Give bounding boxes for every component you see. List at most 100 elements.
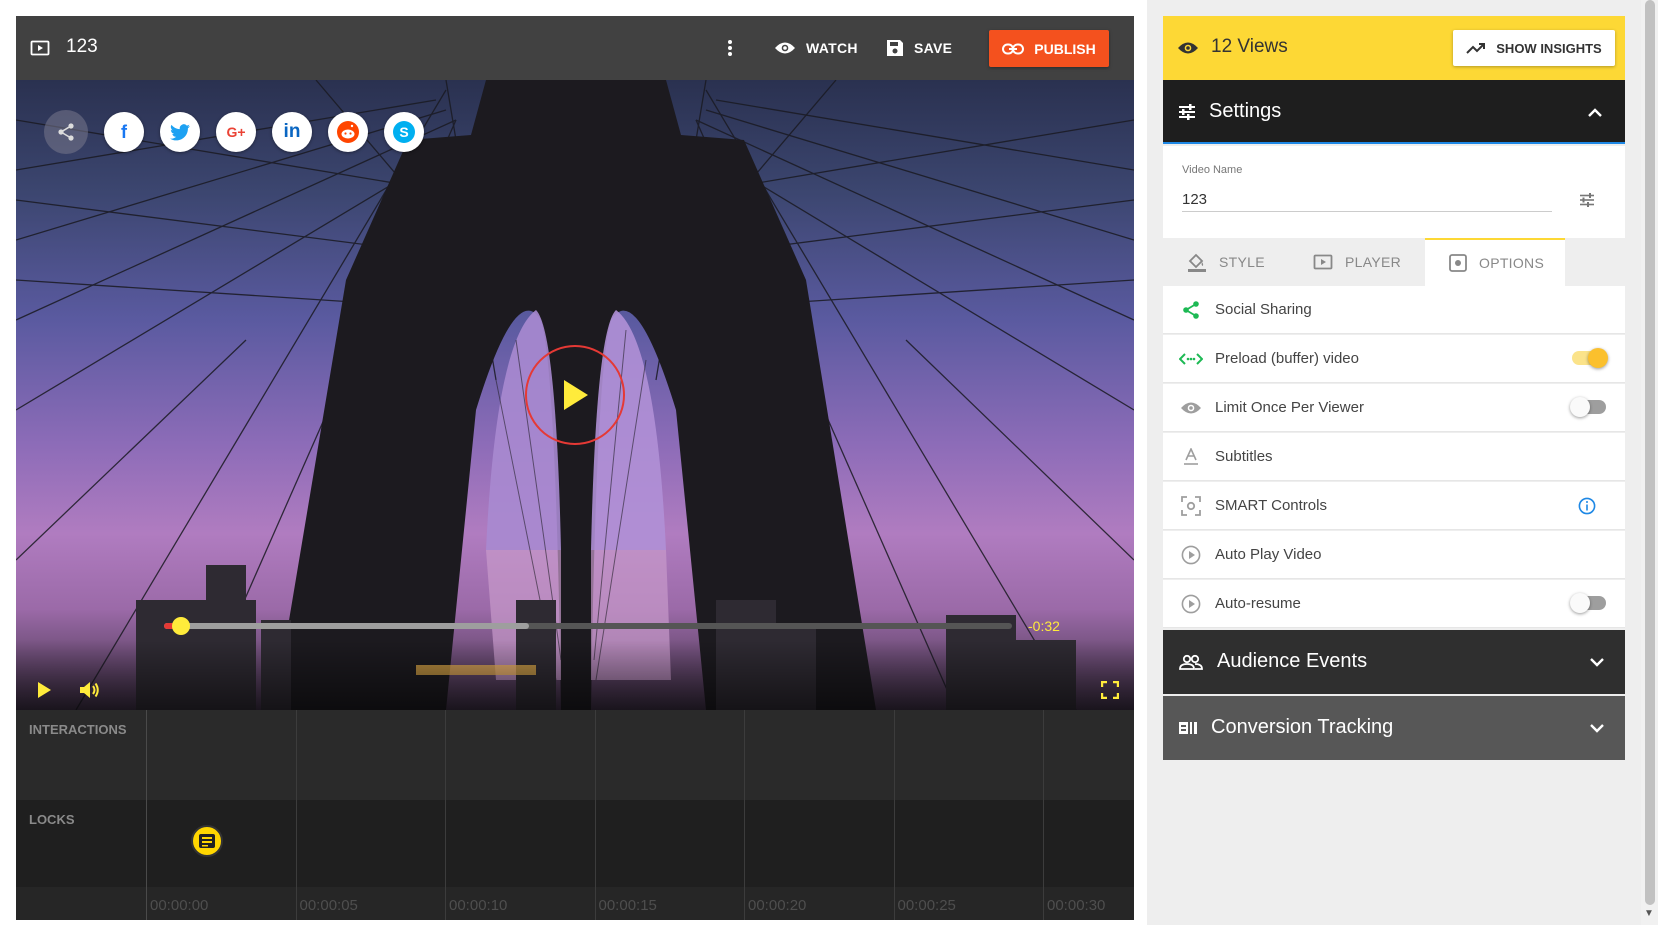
timeline: INTERACTIONS LOCKS 00:00:00 00:00:05 00:00… (16, 710, 1134, 920)
progress-thumb[interactable] (172, 617, 190, 635)
audience-events-title: Audience Events (1217, 650, 1368, 672)
tune-icon[interactable] (1577, 190, 1597, 210)
video-editor: 123 WATCH SAVE PUBLISH f G+ in S -0:32 I… (16, 16, 1134, 920)
conversion-tracking-section[interactable]: Conversion Tracking (1163, 696, 1625, 760)
play-control-icon[interactable] (34, 680, 54, 700)
video-player[interactable]: f G+ in S (16, 80, 1134, 710)
big-play-button[interactable] (525, 345, 625, 445)
eye-icon (1177, 38, 1199, 58)
timeline-tick-label: 00:00:05 (299, 897, 358, 914)
scrollbar-thumb[interactable] (1645, 0, 1655, 905)
facebook-icon: f (121, 121, 127, 142)
option-label: Limit Once Per Viewer (1215, 399, 1364, 416)
share-facebook-button[interactable]: f (104, 112, 144, 152)
skype-icon: S (393, 121, 415, 143)
trending-up-icon (1466, 43, 1486, 54)
tab-style-label: STYLE (1219, 254, 1265, 270)
option-preload-video[interactable]: Preload (buffer) video (1163, 335, 1625, 383)
timeline-tick-label: 00:00:10 (449, 897, 508, 914)
settings-header[interactable]: Settings (1163, 80, 1625, 144)
option-social-sharing[interactable]: Social Sharing (1163, 286, 1625, 334)
timeline-row-locks[interactable]: LOCKS (16, 800, 1134, 887)
option-auto-play[interactable]: Auto Play Video (1163, 531, 1625, 579)
share-skype-button[interactable]: S (384, 112, 424, 152)
timeline-gridline (1043, 710, 1044, 920)
save-button[interactable]: SAVE (886, 30, 952, 66)
code-arrows-icon (1179, 347, 1203, 371)
center-focus-icon (1179, 494, 1203, 518)
watch-button[interactable]: WATCH (774, 30, 858, 66)
save-icon (887, 40, 903, 56)
tab-options-label: OPTIONS (1479, 255, 1545, 271)
settings-box-icon (1449, 254, 1467, 272)
share-toggle-button[interactable] (44, 110, 88, 154)
video-icon (1313, 254, 1333, 270)
chevron-up-icon[interactable] (1585, 102, 1605, 122)
toggle-knob (1570, 593, 1590, 613)
option-label: Social Sharing (1215, 301, 1312, 318)
insights-label: SHOW INSIGHTS (1496, 40, 1602, 56)
twitter-icon (170, 123, 190, 140)
timeline-tick-label: 00:00:00 (150, 897, 209, 914)
toggle-knob (1570, 397, 1590, 417)
paint-bucket-icon (1188, 253, 1206, 272)
option-label: SMART Controls (1215, 497, 1327, 514)
volume-icon[interactable] (78, 678, 102, 702)
toggle-knob (1588, 348, 1608, 368)
option-smart-controls[interactable]: SMART Controls (1163, 482, 1625, 530)
video-name-input[interactable] (1182, 188, 1552, 212)
scroll-down-icon[interactable]: ▼ (1644, 908, 1654, 919)
form-icon (199, 834, 215, 848)
more-vert-icon[interactable] (720, 38, 740, 58)
chevron-down-icon[interactable] (1587, 718, 1607, 738)
play-circle-icon (1179, 592, 1203, 616)
timeline-tick-label: 00:00:25 (897, 897, 956, 914)
option-label: Subtitles (1215, 448, 1273, 465)
save-label: SAVE (914, 40, 953, 56)
conversion-tracking-title: Conversion Tracking (1211, 716, 1394, 738)
audience-events-section[interactable]: Audience Events (1163, 630, 1625, 694)
share-reddit-button[interactable] (328, 112, 368, 152)
chevron-down-icon[interactable] (1587, 652, 1607, 672)
show-insights-button[interactable]: SHOW INSIGHTS (1453, 30, 1615, 66)
eye-icon (1179, 396, 1203, 420)
share-twitter-button[interactable] (160, 112, 200, 152)
option-label: Preload (buffer) video (1215, 350, 1359, 367)
views-count: 12 Views (1211, 36, 1288, 57)
video-name-label: Video Name (1182, 164, 1243, 176)
share-icon (1179, 298, 1203, 322)
timeline-tick-label: 00:00:20 (748, 897, 807, 914)
option-subtitles[interactable]: Subtitles (1163, 433, 1625, 481)
tracking-icon (1177, 718, 1199, 738)
fullscreen-icon[interactable] (1098, 678, 1122, 702)
publish-button[interactable]: PUBLISH (989, 30, 1109, 67)
option-auto-resume[interactable]: Auto-resume (1163, 580, 1625, 628)
tab-player-label: PLAYER (1345, 254, 1402, 270)
timeline-gridline (295, 710, 297, 920)
tab-options[interactable]: OPTIONS (1425, 238, 1565, 286)
info-icon[interactable] (1577, 496, 1597, 516)
share-google-button[interactable]: G+ (216, 112, 256, 152)
limit-once-toggle[interactable] (1570, 397, 1606, 417)
share-linkedin-button[interactable]: in (272, 112, 312, 152)
preload-toggle[interactable] (1572, 348, 1608, 368)
timeline-tick-label: 00:00:30 (1047, 897, 1106, 914)
editor-toolbar: 123 WATCH SAVE PUBLISH (16, 16, 1134, 80)
option-limit-once[interactable]: Limit Once Per Viewer (1163, 384, 1625, 432)
timeline-gridline (744, 710, 745, 920)
watch-label: WATCH (806, 40, 858, 56)
play-circle-icon (1179, 543, 1203, 567)
progress-bar[interactable] (164, 623, 1012, 629)
settings-body: Video Name (1163, 146, 1625, 238)
link-icon (1002, 43, 1025, 54)
tab-style[interactable]: STYLE (1187, 238, 1307, 286)
timeline-row-interactions[interactable]: INTERACTIONS (16, 710, 1134, 800)
lock-marker[interactable] (191, 825, 223, 857)
auto-resume-toggle[interactable] (1570, 593, 1606, 613)
buffered-bar (164, 623, 529, 629)
share-icon (58, 123, 74, 141)
settings-tabs: STYLE PLAYER OPTIONS (1163, 238, 1625, 286)
timeline-divider (146, 710, 147, 920)
timeline-gridline (893, 710, 895, 920)
timeline-tick-label: 00:00:15 (598, 897, 657, 914)
